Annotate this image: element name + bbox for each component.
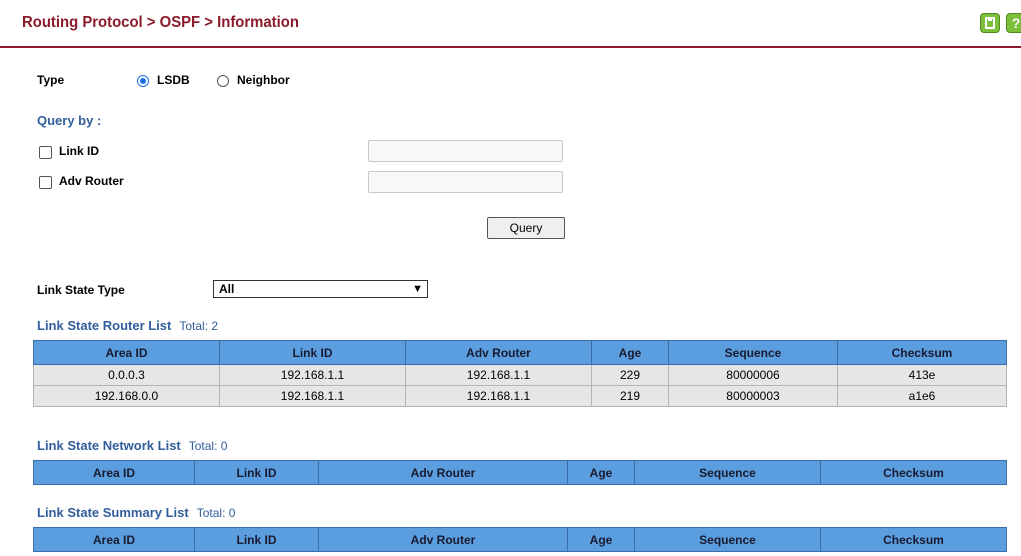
table-cell: 413e	[837, 364, 1007, 386]
column-header: Link ID	[219, 340, 406, 365]
summary-list-title: Link State Summary List Total: 0	[37, 505, 235, 520]
query-button[interactable]: Query	[487, 217, 565, 239]
table-cell: 80000006	[668, 364, 838, 386]
column-header: Sequence	[634, 460, 821, 485]
column-header: Checksum	[820, 460, 1007, 485]
adv-router-input[interactable]	[368, 171, 563, 193]
summary-list-title-text: Link State Summary List	[37, 505, 189, 520]
column-header: Age	[591, 340, 669, 365]
table-cell: 219	[591, 385, 669, 407]
column-header: Checksum	[837, 340, 1007, 365]
lsdb-radio-label[interactable]: LSDB	[157, 73, 190, 87]
table-header-row: Area ID Link ID Adv Router Age Sequence …	[33, 527, 1007, 552]
router-list-table: Area ID Link ID Adv Router Age Sequence …	[33, 340, 1007, 407]
router-list-title-text: Link State Router List	[37, 318, 172, 333]
chevron-down-icon: ▼	[412, 283, 423, 295]
column-header: Sequence	[668, 340, 838, 365]
column-header: Sequence	[634, 527, 821, 552]
page-title: Routing Protocol > OSPF > Information	[22, 14, 299, 31]
neighbor-radio[interactable]	[217, 75, 229, 87]
link-state-type-select[interactable]: All ▼	[213, 280, 428, 298]
table-cell: a1e6	[837, 385, 1007, 407]
adv-router-label: Adv Router	[59, 174, 124, 188]
type-label: Type	[37, 73, 65, 87]
link-id-input[interactable]	[368, 140, 563, 162]
column-header: Age	[567, 460, 635, 485]
table-header-row: Area ID Link ID Adv Router Age Sequence …	[33, 340, 1007, 365]
link-id-checkbox[interactable]	[39, 146, 52, 159]
table-cell: 192.168.1.1	[405, 385, 592, 407]
table-cell: 192.168.1.1	[219, 385, 406, 407]
network-list-total: Total: 0	[188, 439, 228, 453]
table-row: 192.168.0.0 192.168.1.1 192.168.1.1 219 …	[33, 385, 1007, 407]
column-header: Age	[567, 527, 635, 552]
link-state-type-value: All	[219, 282, 235, 296]
column-header: Checksum	[820, 527, 1007, 552]
network-list-title-text: Link State Network List	[37, 438, 181, 453]
column-header: Area ID	[33, 340, 220, 365]
column-header: Area ID	[33, 460, 195, 485]
query-by-title: Query by :	[37, 113, 102, 128]
column-header: Adv Router	[405, 340, 592, 365]
table-cell: 192.168.1.1	[405, 364, 592, 386]
adv-router-checkbox[interactable]	[39, 176, 52, 189]
network-list-table: Area ID Link ID Adv Router Age Sequence …	[33, 460, 1007, 485]
column-header: Adv Router	[318, 527, 568, 552]
router-list-title: Link State Router List Total: 2	[37, 318, 218, 333]
table-cell: 0.0.0.3	[33, 364, 220, 386]
summary-list-total: Total: 0	[196, 506, 236, 520]
lsdb-radio[interactable]	[137, 75, 149, 87]
table-header-row: Area ID Link ID Adv Router Age Sequence …	[33, 460, 1007, 485]
column-header: Link ID	[194, 460, 319, 485]
save-icon[interactable]	[980, 13, 1000, 33]
router-list-total: Total: 2	[179, 319, 219, 333]
table-row: 0.0.0.3 192.168.1.1 192.168.1.1 229 8000…	[33, 364, 1007, 386]
table-cell: 80000003	[668, 385, 838, 407]
network-list-title: Link State Network List Total: 0	[37, 438, 227, 453]
table-cell: 192.168.1.1	[219, 364, 406, 386]
link-state-type-label: Link State Type	[37, 283, 125, 297]
table-cell: 192.168.0.0	[33, 385, 220, 407]
column-header: Area ID	[33, 527, 195, 552]
neighbor-radio-label[interactable]: Neighbor	[237, 73, 290, 87]
link-id-label: Link ID	[59, 144, 100, 158]
help-icon[interactable]: ?	[1006, 13, 1021, 33]
table-cell: 229	[591, 364, 669, 386]
column-header: Adv Router	[318, 460, 568, 485]
summary-list-table: Area ID Link ID Adv Router Age Sequence …	[33, 527, 1007, 552]
column-header: Link ID	[194, 527, 319, 552]
